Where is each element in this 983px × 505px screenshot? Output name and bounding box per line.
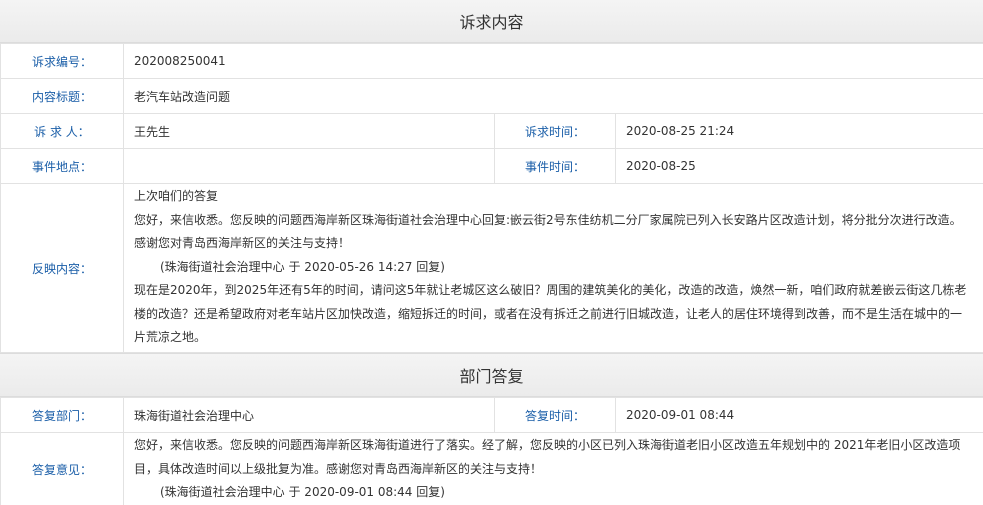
department-label: 答复部门： — [0, 397, 124, 433]
event-time-value: 2020-08-25 — [614, 148, 983, 184]
department-row: 答复部门： 珠海街道社会治理中心 答复时间： 2020-09-01 08:44 — [0, 397, 983, 433]
subject-label: 内容标题： — [0, 78, 124, 114]
person-value: 王先生 — [123, 113, 495, 149]
opinion-label: 答复意见： — [0, 432, 124, 505]
location-value — [123, 148, 495, 184]
opinion-row: 答复意见： 您好，来信收悉。您反映的问题西海岸新区珠海街道进行了落实。经了解，您… — [0, 432, 983, 505]
location-label: 事件地点： — [0, 148, 124, 184]
event-time-label: 事件时间： — [494, 148, 616, 184]
complaint-number-label: 诉求编号： — [0, 43, 124, 79]
person-row: 诉 求 人： 王先生 诉求时间： 2020-08-25 21:24 — [0, 113, 983, 149]
feedback-line: 上次咱们的答复 — [134, 189, 219, 204]
subject-value: 老汽车站改造问题 — [122, 78, 983, 114]
complaint-time-value: 2020-08-25 21:24 — [614, 113, 983, 149]
opinion-content: 您好，来信收悉。您反映的问题西海岸新区珠海街道进行了落实。经了解，您反映的小区已… — [123, 432, 983, 505]
feedback-line: 您好，来信收悉。您反映的问题西海岸新区珠海街道社会治理中心回复:嵌云街2号东佳纺… — [134, 212, 962, 251]
feedback-row: 反映内容： 上次咱们的答复 您好，来信收悉。您反映的问题西海岸新区珠海街道社会治… — [0, 183, 983, 353]
feedback-content: 上次咱们的答复 您好，来信收悉。您反映的问题西海岸新区珠海街道社会治理中心回复:… — [122, 183, 983, 353]
complaint-number-value: 202008250041 — [122, 43, 983, 79]
person-label: 诉 求 人： — [0, 113, 124, 149]
feedback-line: 现在是2020年，到2025年还有5年的时间，请问这5年就让老城区这么破旧？周围… — [134, 283, 967, 345]
complaint-time-label: 诉求时间： — [494, 113, 616, 149]
opinion-line: 您好，来信收悉。您反映的问题西海岸新区珠海街道进行了落实。经了解，您反映的小区已… — [134, 438, 961, 476]
location-row: 事件地点： 事件时间： 2020-08-25 — [0, 148, 983, 184]
complaint-number-row: 诉求编号： 202008250041 — [0, 43, 983, 79]
reply-time-label: 答复时间： — [494, 397, 616, 433]
subject-row: 内容标题： 老汽车站改造问题 — [0, 78, 983, 114]
reply-time-value: 2020-09-01 08:44 — [615, 397, 983, 433]
reply-table: 答复部门： 珠海街道社会治理中心 答复时间： 2020-09-01 08:44 … — [0, 397, 983, 505]
complaint-table: 诉求编号： 202008250041 内容标题： 老汽车站改造问题 诉 求 人：… — [0, 43, 983, 353]
reply-section: 部门答复 答复部门： 珠海街道社会治理中心 答复时间： 2020-09-01 0… — [0, 353, 983, 505]
feedback-label: 反映内容： — [0, 183, 124, 353]
department-value: 珠海街道社会治理中心 — [123, 397, 495, 433]
feedback-reply-signature: (珠海街道社会治理中心 于 2020-05-26 14:27 回复) — [160, 259, 445, 274]
opinion-reply-signature: (珠海街道社会治理中心 于 2020-09-01 08:44 回复) — [160, 485, 445, 499]
reply-section-title: 部门答复 — [0, 354, 983, 397]
complaint-section-title: 诉求内容 — [0, 0, 983, 43]
complaint-section: 诉求内容 诉求编号： 202008250041 内容标题： 老汽车站改造问题 诉… — [0, 0, 983, 353]
